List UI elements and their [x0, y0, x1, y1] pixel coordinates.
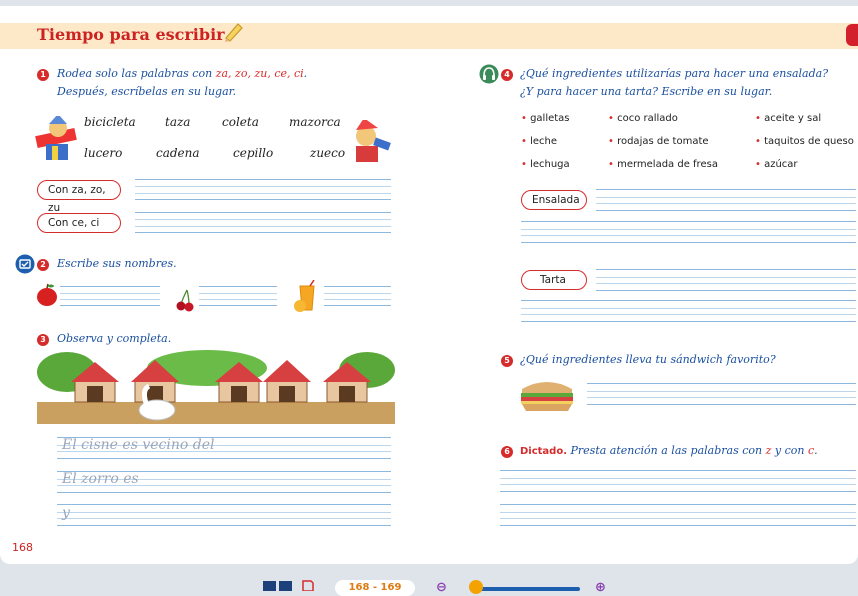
writing-field-dictation-2[interactable]	[500, 504, 856, 526]
exercise-1-instruction: Rodea solo las palabras con za, zo, zu, …	[57, 67, 308, 80]
exercise-5-instruction: ¿Qué ingredientes lleva tu sándwich favo…	[520, 353, 776, 366]
exercise-number-3: 3	[37, 334, 49, 346]
exercise-4-instruction-2: ¿Y para hacer una tarta? Escribe en su l…	[520, 85, 773, 98]
writing-field-tarta-2[interactable]	[521, 300, 856, 322]
page-number-left: 168	[12, 541, 33, 554]
label-tarta: Tarta	[521, 270, 587, 290]
exercise-number-1: 1	[37, 69, 49, 81]
page-range-indicator[interactable]: 168 - 169	[335, 580, 415, 596]
exercise-1-instruction-2: Después, escríbelas en su lugar.	[57, 85, 237, 98]
ingredient-item: rodajas de tomate	[608, 136, 708, 147]
writing-field-juice[interactable]	[324, 286, 391, 306]
writing-field-sentence-3[interactable]	[57, 504, 391, 526]
sentence-1-guide: El cisne es vecino del	[62, 437, 215, 453]
ingredient-item: lechuga	[521, 159, 570, 170]
bookmark-icon[interactable]	[301, 580, 315, 591]
page-layout-icon[interactable]	[262, 580, 294, 591]
writing-field-sandwich[interactable]	[587, 383, 856, 405]
ingredient-item: mermelada de fresa	[608, 159, 718, 170]
zoom-out-icon[interactable]: ⊖	[436, 580, 447, 595]
writing-field-tarta-1[interactable]	[596, 269, 856, 291]
word-cepillo[interactable]: cepillo	[233, 146, 273, 160]
ingredient-item: azúcar	[755, 159, 797, 170]
pencil-icon	[225, 23, 243, 42]
exercise-number-6: 6	[501, 446, 513, 458]
exercise-4-instruction: ¿Qué ingredientes utilizarías para hacer…	[520, 67, 829, 80]
clown-left-illustration	[35, 116, 77, 160]
chapter-tab[interactable]	[846, 24, 858, 46]
juice-icon	[294, 280, 315, 312]
writing-field-apple[interactable]	[60, 286, 160, 306]
viewer-toolbar	[0, 564, 858, 591]
zoom-slider-handle[interactable]	[468, 580, 483, 594]
ingredient-item: galletas	[521, 113, 569, 124]
sentence-3-guide: y	[62, 505, 70, 521]
exercise-number-4: 4	[501, 69, 513, 81]
zoom-in-icon[interactable]: ⊕	[595, 580, 606, 595]
writing-field-ensalada-1[interactable]	[596, 189, 856, 211]
animal-houses-illustration	[37, 350, 395, 424]
word-mazorca[interactable]: mazorca	[289, 115, 341, 129]
exercise-3-instruction: Observa y completa.	[57, 332, 172, 345]
writing-field-cherry[interactable]	[199, 286, 277, 306]
sentence-2-guide: El zorro es	[62, 471, 139, 487]
zoom-slider[interactable]	[470, 587, 580, 591]
sandwich-illustration	[521, 382, 573, 411]
headphones-icon[interactable]	[479, 64, 499, 84]
word-cadena[interactable]: cadena	[156, 146, 200, 160]
writing-field-dictation-1[interactable]	[500, 470, 856, 492]
ingredient-item: taquitos de queso	[755, 136, 854, 147]
writing-field-ensalada-2[interactable]	[521, 221, 856, 243]
word-lucero[interactable]: lucero	[84, 146, 122, 160]
ingredient-item: coco rallado	[608, 113, 678, 124]
exercise-2-instruction: Escribe sus nombres.	[57, 257, 177, 270]
word-taza[interactable]: taza	[165, 115, 190, 129]
apple-icon	[37, 283, 57, 306]
page-title: Tiempo para escribir	[37, 25, 225, 44]
label-con-ce-ci: Con ce, ci	[37, 213, 121, 233]
writing-field-za[interactable]	[135, 179, 391, 200]
ingredient-item: aceite y sal	[755, 113, 821, 124]
clown-right-illustration	[356, 120, 391, 162]
exercise-6-instruction: Dictado. Presta atención a las palabras …	[520, 444, 818, 457]
word-bicicleta[interactable]: bicicleta	[84, 115, 136, 129]
writing-field-ce[interactable]	[135, 212, 391, 233]
ingredient-item: leche	[521, 136, 557, 147]
word-zueco[interactable]: zueco	[310, 146, 345, 160]
word-coleta[interactable]: coleta	[222, 115, 259, 129]
label-con-za-zo-zu: Con za, zo, zu	[37, 180, 121, 214]
exercise-number-2: 2	[37, 259, 49, 271]
digital-activity-icon[interactable]	[15, 254, 35, 274]
exercise-number-5: 5	[501, 355, 513, 367]
label-ensalada: Ensalada	[521, 190, 587, 210]
cherry-icon	[176, 289, 194, 312]
